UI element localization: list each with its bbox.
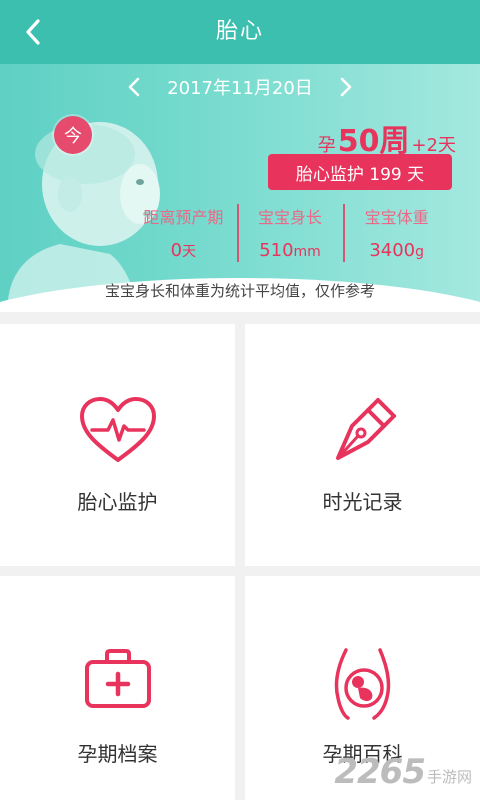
stat-due-date: 距离预产期 0天	[130, 202, 237, 268]
feature-grid: 胎心监护 时光记录 孕期档案 孕期百科 2265 手游网	[0, 324, 480, 800]
menu-item-pregnancy-record[interactable]: 孕期档案	[0, 576, 235, 800]
stat-label: 宝宝体重	[364, 208, 429, 227]
stat-label: 距离预产期	[143, 208, 224, 227]
previous-date-button[interactable]	[123, 75, 145, 99]
chevron-right-icon	[340, 77, 352, 97]
stat-value: 510mm	[259, 240, 321, 261]
chevron-left-icon	[128, 77, 140, 97]
monitor-days-badge[interactable]: 胎心监护 199 天	[268, 154, 452, 190]
stat-label: 宝宝身长	[258, 208, 323, 227]
today-button[interactable]: 今	[54, 116, 92, 154]
date-navigator: 2017年11月20日	[0, 72, 480, 102]
watermark-logo: 2265 手游网	[334, 752, 472, 792]
pregnancy-summary-panel: 2017年11月20日 今 孕 50周 +2天 胎心监护 199 天 距离预产期…	[0, 64, 480, 312]
pregnant-belly-icon	[334, 648, 390, 720]
menu-label: 时光记录	[322, 490, 403, 514]
next-date-button[interactable]	[335, 75, 357, 99]
menu-item-time-record[interactable]: 时光记录	[245, 324, 480, 566]
top-bar: 胎心	[0, 0, 480, 64]
page-title: 胎心	[215, 19, 264, 44]
heartbeat-icon	[79, 397, 156, 462]
stats-disclaimer: 宝宝身长和体重为统计平均值，仅作参考	[104, 282, 375, 300]
baby-stats: 距离预产期 0天 宝宝身长 510mm 宝宝体重 3400g	[130, 202, 450, 268]
stat-length: 宝宝身长 510mm	[236, 202, 344, 268]
watermark-number: 2265	[334, 752, 426, 792]
stat-value: 0天	[170, 240, 197, 261]
stat-value: 3400g	[369, 240, 425, 261]
pen-nib-icon	[335, 398, 396, 460]
medical-kit-icon	[84, 649, 151, 708]
menu-label: 胎心监护	[77, 490, 158, 514]
menu-item-fetal-monitor[interactable]: 胎心监护	[0, 324, 235, 566]
menu-label: 孕期档案	[77, 742, 158, 766]
stat-weight: 宝宝体重 3400g	[343, 202, 450, 268]
current-date: 2017年11月20日	[167, 78, 313, 99]
watermark-text: 手游网	[426, 767, 472, 786]
